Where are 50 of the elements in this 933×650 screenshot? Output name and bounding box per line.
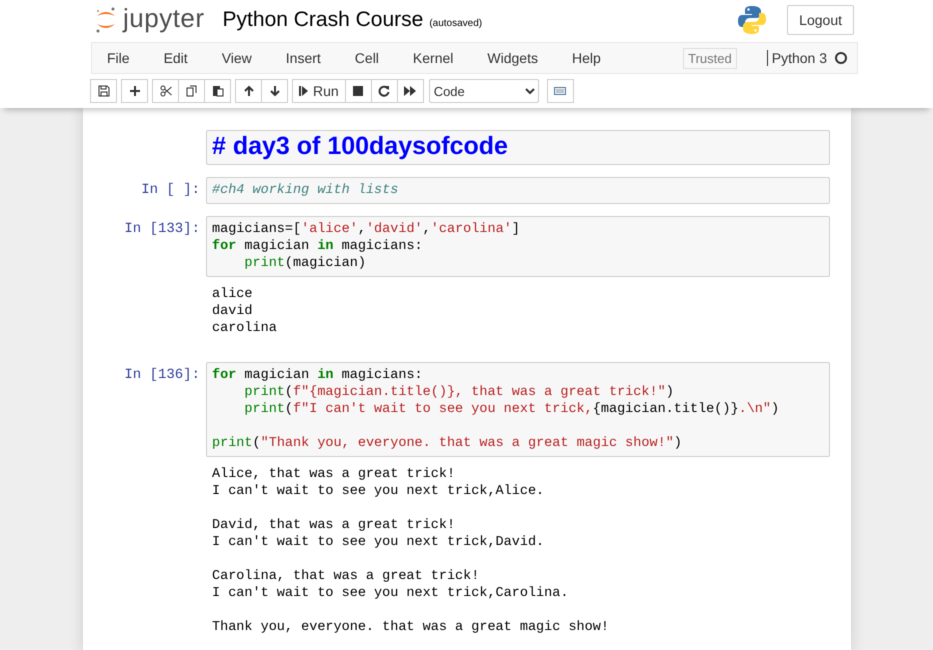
menu-item[interactable]: File xyxy=(97,50,146,66)
menu-item[interactable]: Help xyxy=(562,50,617,66)
kernel-name: Python 3 xyxy=(766,50,827,66)
menu-item[interactable]: Insert xyxy=(276,50,337,66)
menu-item[interactable]: View xyxy=(212,50,268,66)
menu-item[interactable]: Widgets xyxy=(477,50,554,66)
fast-forward-icon[interactable] xyxy=(396,79,424,103)
run-icon xyxy=(299,85,309,97)
save-status: (autosaved) xyxy=(429,18,482,28)
input-prompt: In [133]: xyxy=(123,220,201,239)
code-line: #ch4 working with lists xyxy=(212,182,400,199)
output-text: David, that was a great trick! I can't wait to see you next trick,David. xyxy=(212,517,546,551)
code-line: for magician in magicians: xyxy=(212,367,424,384)
code-input[interactable]: magicians=['alice','david','carolina'] for magician in magicians: print(magician) xyxy=(206,216,830,277)
code-line: print(f"I can't wait to see you next trick,{magician.title()}.\n") xyxy=(243,401,780,418)
code-line: print("Thank you, everyone. that was a great magic show!") xyxy=(212,435,683,452)
cut-icon[interactable] xyxy=(152,79,179,103)
output-text: Carolina, that was a great trick! I can't wait to see you next trick,Carolina. xyxy=(212,568,570,602)
paste-icon[interactable] xyxy=(204,79,231,103)
input-prompt: In [ ]: xyxy=(140,181,201,200)
markdown-heading[interactable]: # day3 of 100daysofcode xyxy=(206,130,830,165)
trusted-indicator[interactable]: Trusted xyxy=(683,48,737,68)
menu-item[interactable]: Kernel xyxy=(402,50,470,66)
add-cell-icon[interactable] xyxy=(121,79,148,103)
stop-icon[interactable] xyxy=(344,79,372,103)
code-line: for magician in magicians: xyxy=(212,238,424,255)
jupyter-logo-icon xyxy=(95,6,117,34)
logout-button[interactable]: Logout xyxy=(787,5,854,35)
copy-icon[interactable] xyxy=(178,79,205,103)
code-input[interactable] xyxy=(206,362,830,457)
menu-item[interactable]: Edit xyxy=(154,50,204,66)
code-line: magicians=['alice','david','carolina'] xyxy=(212,221,521,238)
keyboard-icon[interactable] xyxy=(546,79,574,103)
notebook-title[interactable]: Python Crash Course xyxy=(222,8,424,32)
code-line: print(f"{magician.title()}, that was a great trick!") xyxy=(243,384,675,401)
save-icon[interactable] xyxy=(90,79,117,103)
output-text: Thank you, everyone. that was a great magic show! xyxy=(212,619,610,636)
cell-type-dropdown[interactable]: Code xyxy=(428,79,539,103)
output-text: alice david carolina xyxy=(212,286,278,337)
code-input[interactable]: #ch4 working with lists xyxy=(206,177,830,204)
input-prompt: In [136]: xyxy=(123,366,201,385)
output-text: Alice, that was a great trick! I can't wait to see you next trick,Alice. xyxy=(212,466,546,500)
arrow-up-icon[interactable] xyxy=(235,79,262,103)
run-button[interactable]: Run xyxy=(292,79,346,103)
menu-item[interactable]: Cell xyxy=(344,50,395,66)
code-line: print(magician) xyxy=(243,255,367,272)
logo-text[interactable]: jupyter xyxy=(123,2,205,34)
python-logo-icon xyxy=(737,5,768,35)
restart-icon[interactable] xyxy=(370,79,398,103)
arrow-down-icon[interactable] xyxy=(261,79,288,103)
